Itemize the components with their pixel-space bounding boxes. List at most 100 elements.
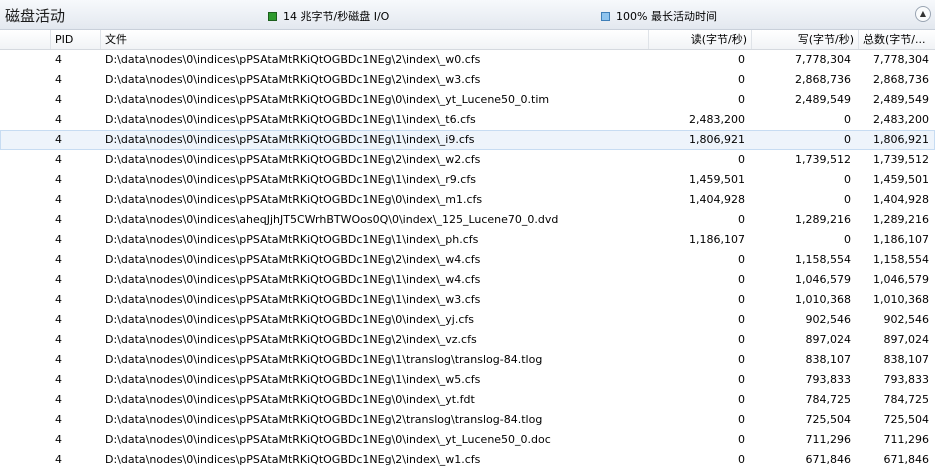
table-row[interactable]: 4 D:\data\nodes\0\indices\pPSAtaMtRKiQtOG… xyxy=(0,190,935,210)
row-read: 0 xyxy=(738,73,745,86)
green-square-icon xyxy=(268,11,277,21)
row-write: 1,739,512 xyxy=(795,153,851,166)
blue-square-icon xyxy=(601,11,610,21)
row-total: 2,483,200 xyxy=(873,113,929,126)
table-row[interactable]: 4 D:\data\nodes\0\indices\pPSAtaMtRKiQtOG… xyxy=(0,170,935,190)
table-row[interactable]: 4 D:\data\nodes\0\indices\pPSAtaMtRKiQtOG… xyxy=(0,130,935,150)
row-file: D:\data\nodes\0\indices\pPSAtaMtRKiQtOGB… xyxy=(105,393,475,406)
table-row[interactable]: 4 D:\data\nodes\0\indices\pPSAtaMtRKiQtOG… xyxy=(0,110,935,130)
column-header-file[interactable]: 文件 xyxy=(100,30,648,49)
row-pid: 4 xyxy=(55,193,62,206)
row-write: 897,024 xyxy=(805,333,852,346)
row-file: D:\data\nodes\0\indices\pPSAtaMtRKiQtOGB… xyxy=(105,133,475,146)
section-header[interactable]: 磁盘活动 14 兆字节/秒磁盘 I/O 100% 最长活动时间 ▲ xyxy=(0,0,935,30)
column-header-read[interactable]: 读(字节/秒) xyxy=(648,30,751,49)
row-read: 0 xyxy=(738,373,745,386)
row-write: 0 xyxy=(844,193,851,206)
row-total: 1,186,107 xyxy=(873,233,929,246)
row-total: 711,296 xyxy=(883,433,930,446)
table-row[interactable]: 4 D:\data\nodes\0\indices\pPSAtaMtRKiQtOG… xyxy=(0,70,935,90)
row-file: D:\data\nodes\0\indices\pPSAtaMtRKiQtOGB… xyxy=(105,313,474,326)
table-row[interactable]: 4 D:\data\nodes\0\indices\pPSAtaMtRKiQtOG… xyxy=(0,350,935,370)
table-row[interactable]: 4 D:\data\nodes\0\indices\pPSAtaMtRKiQtOG… xyxy=(0,330,935,350)
row-read: 0 xyxy=(738,153,745,166)
row-total: 902,546 xyxy=(883,313,930,326)
row-pid: 4 xyxy=(55,173,62,186)
table-row[interactable]: 4 D:\data\nodes\0\indices\pPSAtaMtRKiQtOG… xyxy=(0,390,935,410)
table-row[interactable]: 4 D:\data\nodes\0\indices\pPSAtaMtRKiQtOG… xyxy=(0,310,935,330)
table-row[interactable]: 4 D:\data\nodes\0\indices\pPSAtaMtRKiQtOG… xyxy=(0,450,935,470)
table-row[interactable]: 4 D:\data\nodes\0\indices\pPSAtaMtRKiQtOG… xyxy=(0,250,935,270)
table-row[interactable]: 4 D:\data\nodes\0\indices\pPSAtaMtRKiQtOG… xyxy=(0,230,935,250)
column-header-pid[interactable]: PID xyxy=(50,30,100,49)
row-write: 711,296 xyxy=(805,433,852,446)
disk-activity-table: 4 D:\data\nodes\0\indices\pPSAtaMtRKiQtOG… xyxy=(0,50,935,470)
row-write: 2,868,736 xyxy=(795,73,851,86)
row-write: 793,833 xyxy=(805,373,852,386)
row-pid: 4 xyxy=(55,113,62,126)
row-pid: 4 xyxy=(55,233,62,246)
table-row[interactable]: 4 D:\data\nodes\0\indices\pPSAtaMtRKiQtOG… xyxy=(0,150,935,170)
io-legend-label: 14 兆字节/秒磁盘 I/O xyxy=(283,10,390,23)
row-read: 0 xyxy=(738,313,745,326)
row-write: 902,546 xyxy=(805,313,852,326)
row-total: 671,846 xyxy=(883,453,930,466)
row-read: 0 xyxy=(738,213,745,226)
collapse-icon[interactable]: ▲ xyxy=(915,6,931,22)
row-file: D:\data\nodes\0\indices\pPSAtaMtRKiQtOGB… xyxy=(105,173,476,186)
row-write: 0 xyxy=(844,133,851,146)
row-read: 0 xyxy=(738,413,745,426)
row-write: 1,046,579 xyxy=(795,273,851,286)
row-pid: 4 xyxy=(55,333,62,346)
table-row[interactable]: 4 D:\data\nodes\0\indices\pPSAtaMtRKiQtOG… xyxy=(0,410,935,430)
row-read: 0 xyxy=(738,333,745,346)
row-write: 1,158,554 xyxy=(795,253,851,266)
row-read: 0 xyxy=(738,393,745,406)
row-total: 1,404,928 xyxy=(873,193,929,206)
row-file: D:\data\nodes\0\indices\pPSAtaMtRKiQtOGB… xyxy=(105,153,481,166)
row-file: D:\data\nodes\0\indices\pPSAtaMtRKiQtOGB… xyxy=(105,253,481,266)
column-header-blank[interactable] xyxy=(0,30,50,49)
row-total: 1,158,554 xyxy=(873,253,929,266)
row-pid: 4 xyxy=(55,393,62,406)
row-total: 7,778,304 xyxy=(873,53,929,66)
table-row[interactable]: 4 D:\data\nodes\0\indices\pPSAtaMtRKiQtOG… xyxy=(0,50,935,70)
row-read: 0 xyxy=(738,453,745,466)
row-total: 725,504 xyxy=(883,413,930,426)
row-read: 2,483,200 xyxy=(689,113,745,126)
io-legend: 14 兆字节/秒磁盘 I/O xyxy=(268,8,389,24)
table-row[interactable]: 4 D:\data\nodes\0\indices\pPSAtaMtRKiQtOG… xyxy=(0,270,935,290)
row-write: 784,725 xyxy=(805,393,852,406)
table-row[interactable]: 4 D:\data\nodes\0\indices\pPSAtaMtRKiQtOG… xyxy=(0,290,935,310)
table-row[interactable]: 4 D:\data\nodes\0\indices\pPSAtaMtRKiQtOG… xyxy=(0,90,935,110)
row-read: 0 xyxy=(738,93,745,106)
table-row[interactable]: 4 D:\data\nodes\0\indices\aheqJjhJT5CWrhB… xyxy=(0,210,935,230)
row-pid: 4 xyxy=(55,453,62,466)
row-file: D:\data\nodes\0\indices\pPSAtaMtRKiQtOGB… xyxy=(105,293,481,306)
row-write: 2,489,549 xyxy=(795,93,851,106)
row-pid: 4 xyxy=(55,253,62,266)
row-file: D:\data\nodes\0\indices\pPSAtaMtRKiQtOGB… xyxy=(105,93,550,106)
row-file: D:\data\nodes\0\indices\pPSAtaMtRKiQtOGB… xyxy=(105,333,477,346)
row-read: 1,186,107 xyxy=(689,233,745,246)
row-read: 0 xyxy=(738,273,745,286)
row-pid: 4 xyxy=(55,153,62,166)
row-read: 0 xyxy=(738,53,745,66)
row-total: 784,725 xyxy=(883,393,930,406)
column-header-write[interactable]: 写(字节/秒) xyxy=(751,30,858,49)
row-total: 838,107 xyxy=(883,353,930,366)
row-pid: 4 xyxy=(55,213,62,226)
row-pid: 4 xyxy=(55,73,62,86)
row-total: 897,024 xyxy=(883,333,930,346)
row-file: D:\data\nodes\0\indices\pPSAtaMtRKiQtOGB… xyxy=(105,273,481,286)
row-read: 0 xyxy=(738,433,745,446)
row-file: D:\data\nodes\0\indices\pPSAtaMtRKiQtOGB… xyxy=(105,193,483,206)
table-row[interactable]: 4 D:\data\nodes\0\indices\pPSAtaMtRKiQtOG… xyxy=(0,370,935,390)
row-write: 0 xyxy=(844,173,851,186)
table-row[interactable]: 4 D:\data\nodes\0\indices\pPSAtaMtRKiQtOG… xyxy=(0,430,935,450)
active-time-legend-label: 100% 最长活动时间 xyxy=(616,10,717,23)
row-read: 1,404,928 xyxy=(689,193,745,206)
row-file: D:\data\nodes\0\indices\pPSAtaMtRKiQtOGB… xyxy=(105,53,481,66)
column-header-total[interactable]: 总数(字节/... xyxy=(858,30,935,49)
row-total: 1,046,579 xyxy=(873,273,929,286)
